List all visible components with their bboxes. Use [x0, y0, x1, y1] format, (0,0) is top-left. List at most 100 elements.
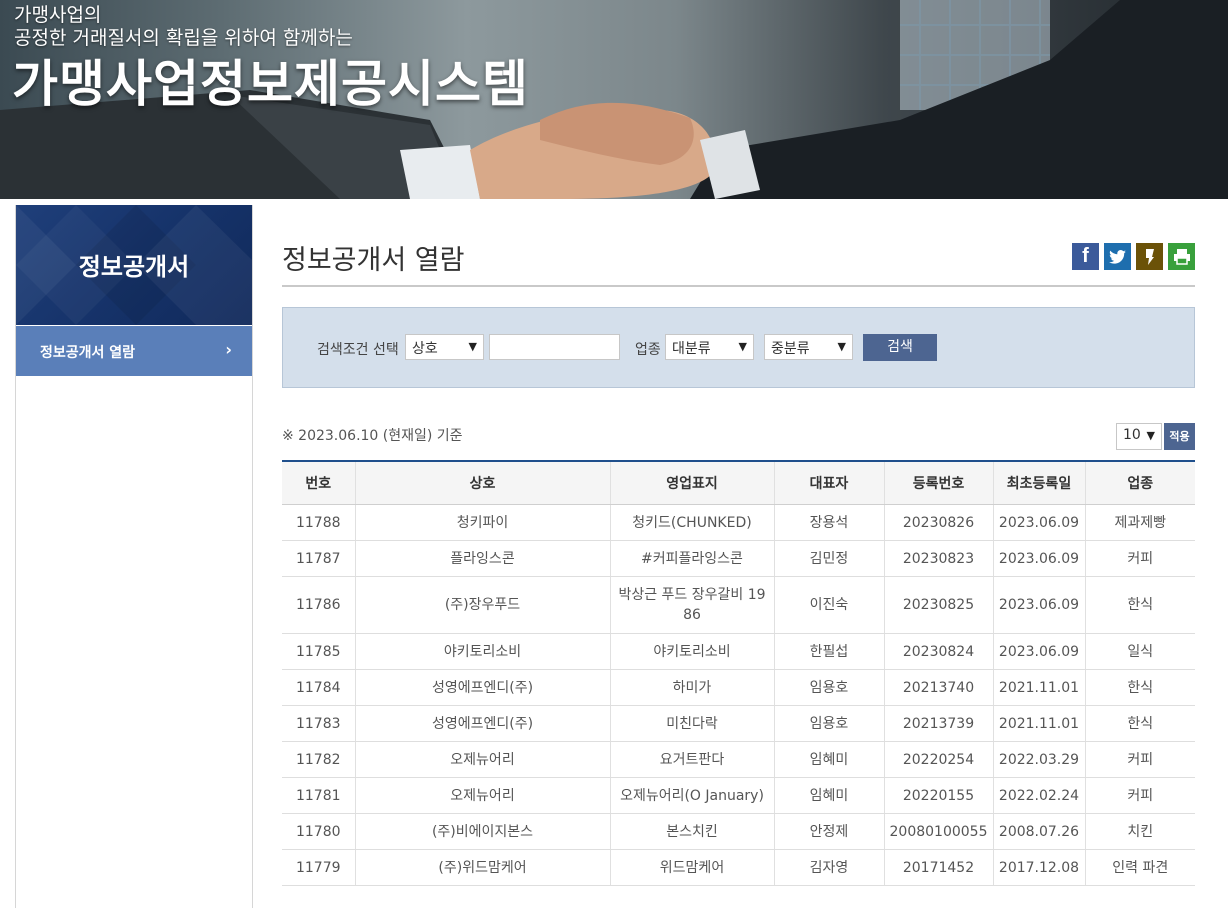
search-condition-label: 검색조건 선택 [317, 342, 399, 358]
cell-business-type: 일식 [1084, 633, 1195, 670]
cell-reg-number: 20213740 [883, 669, 993, 706]
basis-date-note: ※ 2023.06.10 (현재일) 기준 [282, 428, 463, 444]
cell-business-type: 치킨 [1084, 813, 1195, 850]
minor-category-value: 중분류 [771, 341, 810, 357]
sidebar-item-disclosure-view[interactable]: 정보공개서 열람 › [16, 326, 252, 376]
cell-reg-number: 20230823 [883, 540, 993, 577]
cell-reg-number: 20230825 [883, 576, 993, 634]
cell-company[interactable]: 성영에프엔디(주) [354, 705, 610, 742]
print-button[interactable] [1168, 243, 1195, 270]
major-category-value: 대분류 [672, 341, 711, 357]
chevron-down-icon: ▼ [738, 340, 747, 353]
table-row[interactable]: 11781 오제뉴어리 오제뉴어리(O January) 임혜미 2022015… [282, 777, 1195, 814]
cell-company[interactable]: (주)장우푸드 [354, 576, 610, 634]
table-row[interactable]: 11779 (주)위드맘케어 위드맘케어 김자영 20171452 2017.1… [282, 849, 1195, 886]
cell-representative: 김민정 [773, 540, 884, 577]
apply-button[interactable]: 적용 [1164, 423, 1195, 450]
cell-business-type: 인력 파견 [1084, 849, 1195, 886]
cell-reg-number: 20080100055 [883, 813, 993, 850]
cell-reg-number: 20220155 [883, 777, 993, 814]
cell-reg-number: 20230826 [883, 504, 993, 541]
cell-brand[interactable]: 청키드(CHUNKED) [609, 504, 774, 541]
cell-brand[interactable]: 본스치킨 [609, 813, 774, 850]
table-row[interactable]: 11782 오제뉴어리 요거트판다 임혜미 20220254 2022.03.2… [282, 741, 1195, 778]
sidebar-header: 정보공개서 [16, 205, 252, 325]
cell-brand[interactable]: 미친다락 [609, 705, 774, 742]
search-field-value: 상호 [412, 341, 438, 357]
table-row[interactable]: 11788 청키파이 청키드(CHUNKED) 장용석 20230826 202… [282, 504, 1195, 541]
cell-representative: 한필섭 [773, 633, 884, 670]
cell-number: 11787 [282, 540, 355, 577]
chevron-down-icon: ▼ [1146, 429, 1155, 442]
table-row[interactable]: 11787 플라잉스콘 #커피플라잉스콘 김민정 20230823 2023.0… [282, 540, 1195, 577]
table-row[interactable]: 11784 성영에프엔디(주) 하미가 임용호 20213740 2021.11… [282, 669, 1195, 706]
cell-first-reg-date: 2008.07.26 [992, 813, 1085, 850]
cell-brand[interactable]: 하미가 [609, 669, 774, 706]
chevron-right-icon: › [225, 340, 232, 359]
cell-brand[interactable]: #커피플라잉스콘 [609, 540, 774, 577]
cell-company[interactable]: 오제뉴어리 [354, 741, 610, 778]
cell-reg-number: 20213739 [883, 705, 993, 742]
cell-company[interactable]: (주)위드맘케어 [354, 849, 610, 886]
business-type-label: 업종 [635, 342, 661, 358]
cell-brand[interactable]: 박상근 푸드 장우갈비 1986 [609, 576, 774, 634]
cell-company[interactable]: 플라잉스콘 [354, 540, 610, 577]
page-title: 정보공개서 열람 [282, 245, 465, 276]
facebook-icon: f [1082, 245, 1089, 267]
cell-company[interactable]: (주)비에이지본스 [354, 813, 610, 850]
cell-reg-number: 20230824 [883, 633, 993, 670]
banner-tagline-line2: 공정한 거래질서의 확립을 위하여 함께하는 [14, 27, 353, 49]
major-category-select[interactable]: 대분류 ▼ [665, 334, 754, 360]
col-header-representative: 대표자 [773, 461, 884, 505]
cell-business-type: 커피 [1084, 540, 1195, 577]
cell-business-type: 한식 [1084, 576, 1195, 634]
minor-category-select[interactable]: 중분류 ▼ [764, 334, 853, 360]
cell-reg-number: 20220254 [883, 741, 993, 778]
cell-company[interactable]: 청키파이 [354, 504, 610, 541]
cell-brand[interactable]: 야키토리소비 [609, 633, 774, 670]
cell-representative: 임용호 [773, 705, 884, 742]
col-header-business-type: 업종 [1084, 461, 1195, 505]
cell-company[interactable]: 성영에프엔디(주) [354, 669, 610, 706]
cell-representative: 안정제 [773, 813, 884, 850]
cell-reg-number: 20171452 [883, 849, 993, 886]
table-row[interactable]: 11785 야키토리소비 야키토리소비 한필섭 20230824 2023.06… [282, 633, 1195, 670]
cell-brand[interactable]: 요거트판다 [609, 741, 774, 778]
cell-first-reg-date: 2023.06.09 [992, 576, 1085, 634]
cell-representative: 임혜미 [773, 777, 884, 814]
cell-company[interactable]: 오제뉴어리 [354, 777, 610, 814]
rows-per-page-select[interactable]: 10 ▼ [1116, 423, 1162, 450]
cell-company[interactable]: 야키토리소비 [354, 633, 610, 670]
twitter-icon [1109, 249, 1126, 264]
cell-number: 11788 [282, 504, 355, 541]
cell-number: 11784 [282, 669, 355, 706]
cell-representative: 이진숙 [773, 576, 884, 634]
cell-first-reg-date: 2021.11.01 [992, 705, 1085, 742]
cell-business-type: 제과제빵 [1084, 504, 1195, 541]
search-panel: 검색조건 선택 상호 ▼ 업종 대분류 ▼ 중분류 ▼ 검색 [282, 307, 1195, 388]
cell-number: 11781 [282, 777, 355, 814]
cell-business-type: 한식 [1084, 669, 1195, 706]
col-header-number: 번호 [282, 461, 355, 505]
cell-brand[interactable]: 오제뉴어리(O January) [609, 777, 774, 814]
cell-number: 11780 [282, 813, 355, 850]
col-header-company: 상호 [354, 461, 610, 505]
search-button[interactable]: 검색 [863, 334, 937, 361]
col-header-reg-number: 등록번호 [883, 461, 993, 505]
facebook-share-button[interactable]: f [1072, 243, 1099, 270]
col-header-first-reg-date: 최초등록일 [992, 461, 1085, 505]
cell-first-reg-date: 2023.06.09 [992, 504, 1085, 541]
twitter-share-button[interactable] [1104, 243, 1131, 270]
search-field-select[interactable]: 상호 ▼ [405, 334, 484, 360]
sidebar: 정보공개서 정보공개서 열람 › [15, 205, 253, 908]
table-row[interactable]: 11780 (주)비에이지본스 본스치킨 안정제 20080100055 200… [282, 813, 1195, 850]
table-row[interactable]: 11783 성영에프엔디(주) 미친다락 임용호 20213739 2021.1… [282, 705, 1195, 742]
cell-brand[interactable]: 위드맘케어 [609, 849, 774, 886]
cell-first-reg-date: 2023.06.09 [992, 633, 1085, 670]
table-row[interactable]: 11786 (주)장우푸드 박상근 푸드 장우갈비 1986 이진숙 20230… [282, 576, 1195, 634]
cell-representative: 임혜미 [773, 741, 884, 778]
kakaostory-share-button[interactable] [1136, 243, 1163, 270]
search-keyword-input[interactable] [489, 334, 620, 360]
site-title[interactable]: 가맹사업정보제공시스템 [12, 52, 529, 116]
cell-representative: 임용호 [773, 669, 884, 706]
